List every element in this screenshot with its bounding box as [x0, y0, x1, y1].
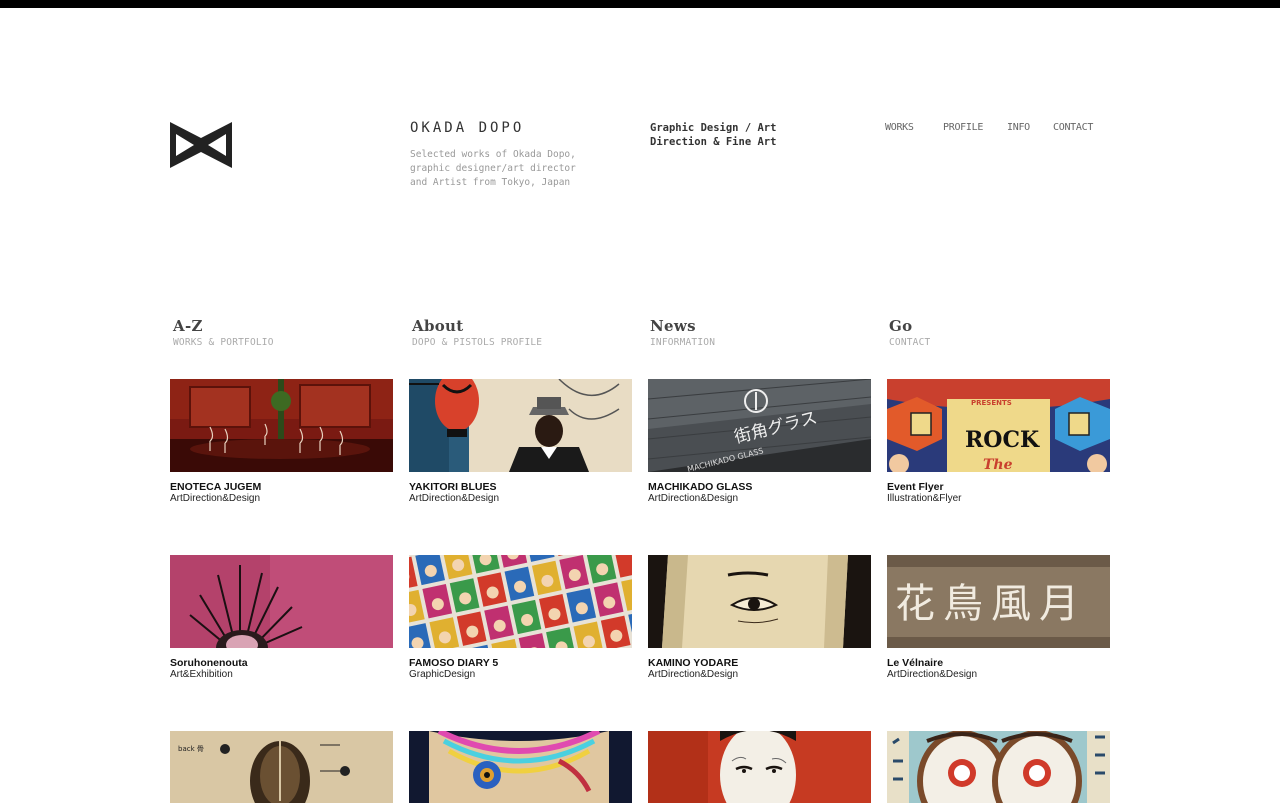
- site-description: Selected works of Okada Dopo, graphic de…: [410, 149, 576, 188]
- work-thumbnail[interactable]: [409, 555, 632, 648]
- bowtie-logo-icon[interactable]: [170, 122, 232, 168]
- work-thumbnail[interactable]: PRESENTS ROCK The: [887, 379, 1110, 472]
- nav-info[interactable]: INFO: [1007, 122, 1030, 133]
- work-thumbnail[interactable]: back 骨: [170, 731, 393, 803]
- work-card[interactable]: [887, 731, 1110, 803]
- anatomy-label-text: back 骨: [178, 745, 204, 753]
- section-news[interactable]: News INFORMATION: [650, 316, 715, 350]
- section-subtitle: DOPO & PISTOLS PROFILE: [412, 337, 543, 348]
- work-category: ArtDirection&Design: [648, 493, 739, 504]
- work-card-soruhonenouta[interactable]: Soruhonenouta Art&Exhibition: [170, 555, 393, 680]
- work-card-famoso-diary-5[interactable]: FAMOSO DIARY 5 GraphicDesign: [409, 555, 632, 680]
- work-card-event-flyer[interactable]: PRESENTS ROCK The Event Flyer Illustrati…: [887, 379, 1110, 504]
- work-title: ENOTECA JUGEM: [170, 481, 262, 493]
- work-title: MACHIKADO GLASS: [648, 481, 753, 493]
- work-card[interactable]: [409, 731, 632, 803]
- section-subtitle: WORKS & PORTFOLIO: [173, 337, 274, 348]
- work-thumbnail[interactable]: [170, 555, 393, 648]
- section-title: A-Z: [173, 317, 203, 335]
- flyer-presents-text: PRESENTS: [971, 399, 1012, 407]
- nav-works[interactable]: WORKS: [885, 122, 914, 133]
- work-card-yakitori-blues[interactable]: YAKITORI BLUES ArtDirection&Design: [409, 379, 632, 504]
- work-category: ArtDirection&Design: [648, 669, 739, 680]
- site-title: OKADA DOPO: [410, 120, 525, 136]
- section-a-z[interactable]: A-Z WORKS & PORTFOLIO: [173, 316, 274, 350]
- flyer-the-text: The: [983, 457, 1013, 472]
- section-about[interactable]: About DOPO & PISTOLS PROFILE: [412, 316, 542, 350]
- work-thumbnail[interactable]: [887, 731, 1110, 803]
- work-category: ArtDirection&Design: [170, 493, 261, 504]
- work-thumbnail[interactable]: 街角グラス MACHIKADO GLASS: [648, 379, 871, 472]
- flyer-rock-text: ROCK: [965, 427, 1040, 453]
- work-category: GraphicDesign: [409, 669, 476, 680]
- work-thumbnail[interactable]: [170, 379, 393, 472]
- section-title: About: [412, 317, 464, 335]
- section-subtitle: INFORMATION: [650, 337, 716, 348]
- work-card-kamino-yodare[interactable]: KAMINO YODARE ArtDirection&Design: [648, 555, 871, 680]
- section-title: Go: [889, 317, 913, 335]
- work-card[interactable]: [648, 731, 871, 803]
- work-category: ArtDirection&Design: [887, 669, 978, 680]
- section-go[interactable]: Go CONTACT: [889, 316, 930, 350]
- work-card-machikado-glass[interactable]: 街角グラス MACHIKADO GLASS MACHIKADO GLASS Ar…: [648, 379, 871, 504]
- work-title: KAMINO YODARE: [648, 657, 739, 669]
- work-card[interactable]: back 骨: [170, 731, 393, 803]
- work-thumbnail[interactable]: [648, 731, 871, 803]
- work-title: FAMOSO DIARY 5: [409, 657, 499, 669]
- work-title: Event Flyer: [887, 481, 944, 493]
- work-category: Art&Exhibition: [170, 669, 233, 680]
- work-card-enoteca-jugem[interactable]: ENOTECA JUGEM ArtDirection&Design: [170, 379, 393, 504]
- nav-profile[interactable]: PROFILE: [943, 122, 983, 133]
- site-tagline: Graphic Design / Art Direction & Fine Ar…: [650, 122, 777, 148]
- work-title: Soruhonenouta: [170, 657, 248, 669]
- work-title: YAKITORI BLUES: [409, 481, 497, 493]
- section-subtitle: CONTACT: [889, 337, 931, 348]
- work-thumbnail[interactable]: [648, 555, 871, 648]
- work-category: ArtDirection&Design: [409, 493, 500, 504]
- work-card-le-velnaire[interactable]: 花鳥風月 Le Vélnaire ArtDirection&Design: [887, 555, 1110, 680]
- work-thumbnail[interactable]: [409, 379, 632, 472]
- nav-contact[interactable]: CONTACT: [1053, 122, 1093, 133]
- work-category: Illustration&Flyer: [887, 493, 962, 504]
- work-thumbnail[interactable]: 花鳥風月: [887, 555, 1110, 648]
- kanji-text: 花鳥風月: [895, 581, 1087, 627]
- section-title: News: [650, 317, 696, 335]
- work-title: Le Vélnaire: [887, 657, 944, 669]
- work-thumbnail[interactable]: [409, 731, 632, 803]
- top-bar: [0, 0, 1280, 8]
